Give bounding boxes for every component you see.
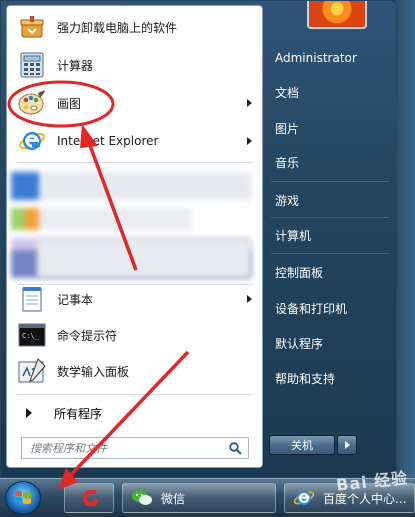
right-item-pictures[interactable]: 图片 bbox=[269, 113, 389, 143]
internet-explorer-icon bbox=[293, 487, 315, 509]
uninstaller-box-icon bbox=[17, 12, 47, 42]
notepad-icon bbox=[17, 284, 47, 314]
program-item-calculator[interactable]: 计算器 bbox=[11, 48, 256, 82]
right-item-control-panel[interactable]: 控制面板 bbox=[269, 257, 389, 287]
program-label: 命令提示符 bbox=[57, 328, 118, 343]
program-label: 数学输入面板 bbox=[57, 364, 130, 379]
all-programs-label: 所有程序 bbox=[54, 406, 103, 421]
search-input[interactable] bbox=[22, 439, 226, 457]
math-input-panel-icon bbox=[17, 356, 47, 386]
blurred-program-item bbox=[11, 172, 251, 200]
calculator-icon bbox=[17, 50, 47, 80]
play-arrow-icon bbox=[26, 408, 32, 418]
command-prompt-icon: C:\_ bbox=[17, 320, 47, 350]
program-item-internet-explorer[interactable]: Internet Explorer bbox=[11, 124, 256, 158]
all-programs-button[interactable]: 所有程序 bbox=[11, 400, 256, 426]
blurred-program-item bbox=[11, 208, 251, 230]
paint-palette-icon bbox=[17, 88, 47, 118]
app-logo-icon bbox=[79, 488, 101, 508]
right-item-documents[interactable]: 文档 bbox=[269, 77, 389, 107]
program-label: 记事本 bbox=[57, 292, 94, 307]
menu-separator bbox=[17, 162, 253, 163]
program-label: Internet Explorer bbox=[57, 134, 159, 148]
user-account-picture[interactable] bbox=[307, 1, 367, 29]
program-item-math-input-panel[interactable]: 数学输入面板 bbox=[11, 354, 256, 388]
right-item-administrator[interactable]: Administrator bbox=[269, 43, 389, 73]
submenu-arrow-icon[interactable] bbox=[247, 295, 252, 303]
shutdown-options-button[interactable] bbox=[337, 435, 357, 455]
program-item-uninstaller[interactable]: 强力卸载电脑上的软件 bbox=[11, 10, 256, 44]
start-button[interactable] bbox=[5, 481, 41, 515]
right-item-games[interactable]: 游戏 bbox=[269, 185, 389, 215]
search-box[interactable] bbox=[21, 437, 249, 459]
wechat-icon bbox=[131, 488, 153, 508]
program-label: 强力卸载电脑上的软件 bbox=[57, 20, 178, 35]
right-item-default-programs[interactable]: 默认程序 bbox=[269, 328, 389, 358]
menu-separator bbox=[271, 181, 389, 182]
program-item-notepad[interactable]: 记事本 bbox=[11, 282, 256, 316]
internet-explorer-icon bbox=[17, 126, 47, 156]
program-item-command-prompt[interactable]: C:\_ 命令提示符 bbox=[11, 318, 256, 352]
magnifier-icon[interactable] bbox=[226, 439, 244, 457]
menu-separator bbox=[17, 394, 253, 395]
shutdown-button[interactable]: 关机 bbox=[269, 435, 335, 455]
chevron-right-icon bbox=[344, 441, 350, 449]
right-item-music[interactable]: 音乐 bbox=[269, 147, 389, 177]
right-item-devices-printers[interactable]: 设备和打印机 bbox=[269, 293, 389, 323]
program-label: 画图 bbox=[57, 96, 82, 111]
right-item-computer[interactable]: 计算机 bbox=[269, 220, 389, 250]
submenu-arrow-icon[interactable] bbox=[247, 99, 252, 107]
submenu-arrow-icon[interactable] bbox=[247, 137, 252, 145]
menu-separator bbox=[271, 217, 389, 218]
taskbar-app-button[interactable] bbox=[64, 483, 114, 513]
program-label: 计算器 bbox=[57, 58, 94, 73]
start-menu: 强力卸载电脑上的软件 计算器 画图 Internet Explorer 记事本 … bbox=[0, 0, 397, 478]
start-menu-programs-pane: 强力卸载电脑上的软件 计算器 画图 Internet Explorer 记事本 … bbox=[6, 5, 263, 468]
taskbar-wechat-button[interactable]: 微信 bbox=[122, 483, 276, 513]
menu-separator bbox=[271, 253, 389, 254]
program-item-paint[interactable]: 画图 bbox=[11, 86, 256, 120]
windows-logo-icon bbox=[15, 491, 31, 504]
blurred-program-item bbox=[37, 238, 251, 278]
right-item-help-support[interactable]: 帮助和支持 bbox=[269, 363, 389, 393]
svg-text:C:\_: C:\_ bbox=[22, 332, 40, 340]
taskbar-item-label: 微信 bbox=[161, 491, 186, 506]
desktop-background bbox=[395, 0, 415, 478]
